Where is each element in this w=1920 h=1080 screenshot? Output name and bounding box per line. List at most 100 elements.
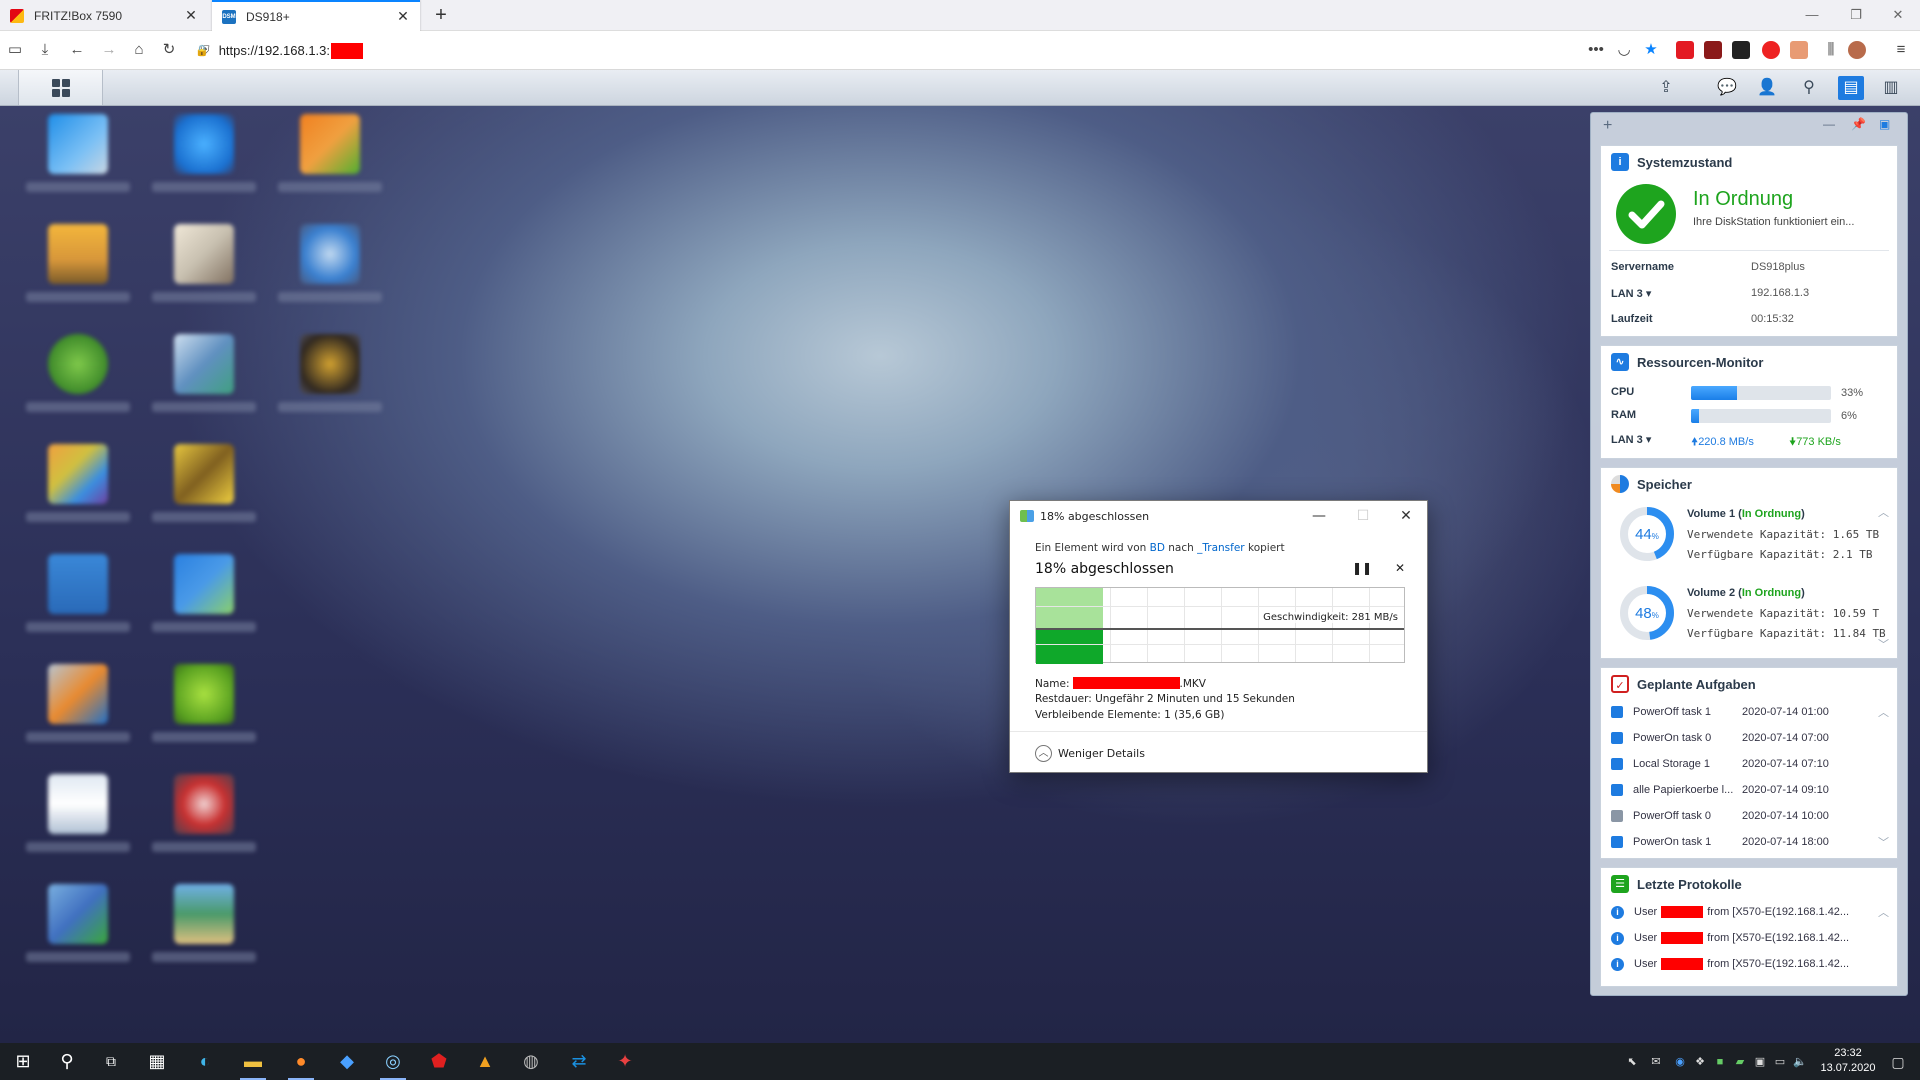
desktop-shortcut[interactable]	[264, 106, 384, 206]
bookmark-star-icon[interactable]: ★	[1640, 39, 1662, 61]
page-actions-icon[interactable]: •••	[1585, 39, 1607, 61]
task-row[interactable]: PowerOn task 0 2020-07-14 07:00	[1611, 728, 1891, 748]
tray-app-icon[interactable]: ◉	[1672, 1054, 1688, 1070]
task-row[interactable]: PowerOff task 1 2020-07-14 01:00	[1611, 702, 1891, 722]
app-icon[interactable]: ✦	[610, 1047, 640, 1076]
desktop-shortcut[interactable]	[138, 876, 258, 976]
vlc-icon[interactable]: ▲	[470, 1047, 500, 1076]
desktop-shortcut[interactable]	[12, 546, 132, 646]
home-icon[interactable]: ⌂	[128, 39, 150, 61]
target-link[interactable]: _Transfer	[1197, 542, 1244, 554]
cancel-button[interactable]: ✕	[1395, 561, 1405, 575]
scroll-up-icon[interactable]: ︿	[1878, 904, 1889, 920]
close-icon[interactable]: ✕	[396, 8, 410, 25]
minimize-icon[interactable]: —	[1823, 117, 1835, 131]
desktop-shortcut[interactable]	[12, 326, 132, 426]
window-close-button[interactable]: ✕	[1876, 0, 1920, 31]
desktop-shortcut[interactable]	[138, 656, 258, 756]
tray-app-icon[interactable]: ■	[1712, 1054, 1728, 1070]
restore-button[interactable]: ❐	[1834, 0, 1878, 31]
account-icon[interactable]	[1848, 41, 1866, 59]
tab-fritzbox[interactable]: FRITZ!Box 7590 ✕	[0, 0, 208, 31]
mail-icon[interactable]: ✉	[1648, 1054, 1664, 1070]
task-row[interactable]: Local Storage 1 2020-07-14 07:10	[1611, 754, 1891, 774]
scroll-down-icon[interactable]: ﹀	[1878, 834, 1889, 850]
desktop-shortcut[interactable]	[138, 546, 258, 646]
app-globe-icon[interactable]: ◍	[516, 1047, 546, 1076]
desktop-shortcut[interactable]	[264, 216, 384, 316]
calculator-icon[interactable]: ▦	[142, 1047, 172, 1076]
reload-icon[interactable]: ↻	[158, 39, 180, 61]
log-row[interactable]: i User from [X570-E(192.168.1.42...	[1611, 902, 1891, 922]
log-row[interactable]: i User from [X570-E(192.168.1.42...	[1611, 954, 1891, 974]
minimize-button[interactable]: —	[1297, 501, 1341, 531]
desktop-shortcut[interactable]	[12, 436, 132, 536]
lan-selector[interactable]: LAN 3 ▾	[1611, 287, 1651, 300]
desktop-shortcut[interactable]	[12, 766, 132, 866]
desktop-shortcut[interactable]	[12, 106, 132, 206]
desktop-shortcut[interactable]	[138, 436, 258, 536]
user-icon[interactable]: 👤	[1754, 76, 1780, 100]
nas-client-icon[interactable]: ◎	[378, 1047, 408, 1080]
lan-selector[interactable]: LAN 3 ▾	[1611, 433, 1651, 446]
system-clock[interactable]: 23:32 13.07.2020	[1818, 1046, 1878, 1076]
outlook-icon[interactable]: ◆	[332, 1047, 362, 1076]
scroll-up-icon[interactable]: ︿	[1878, 704, 1889, 720]
task-row[interactable]: PowerOn task 1 2020-07-14 18:00	[1611, 832, 1891, 852]
file-explorer-icon[interactable]: ▬	[238, 1047, 268, 1080]
desktop-shortcut[interactable]	[138, 326, 258, 426]
log-row[interactable]: i User from [X570-E(192.168.1.42...	[1611, 928, 1891, 948]
scroll-up-icon[interactable]: ︿	[1878, 504, 1889, 520]
tray-app-icon[interactable]: ▣	[1752, 1054, 1768, 1070]
menu-icon[interactable]: ≡	[1890, 39, 1912, 61]
forward-icon[interactable]: →	[98, 39, 120, 61]
pocket-icon[interactable]: ◡	[1613, 39, 1635, 61]
scroll-down-icon[interactable]: ﹀	[1878, 636, 1889, 652]
source-link[interactable]: BD	[1150, 542, 1165, 554]
edge-icon[interactable]: ◐	[190, 1047, 220, 1076]
minimize-button[interactable]: —	[1790, 0, 1834, 31]
layout-icon[interactable]: ▥	[1878, 76, 1904, 100]
extension-icon[interactable]	[1762, 41, 1780, 59]
panel-toggle-icon[interactable]: ▣	[1879, 117, 1890, 131]
volume-icon[interactable]: 🔈	[1792, 1054, 1808, 1070]
back-icon[interactable]: ←	[66, 39, 88, 61]
teamviewer-icon[interactable]: ⇄	[564, 1047, 594, 1076]
desktop-shortcut[interactable]	[138, 216, 258, 316]
notification-icon[interactable]: ▢	[1890, 1054, 1906, 1070]
desktop-shortcut[interactable]	[264, 326, 384, 426]
extension-icon[interactable]	[1732, 41, 1750, 59]
desktop-shortcut[interactable]	[138, 106, 258, 206]
desktop-shortcut[interactable]	[12, 216, 132, 316]
tab-ds918[interactable]: DSM DS918+ ✕	[212, 0, 420, 31]
sidebar-icon[interactable]: ▭	[4, 39, 26, 61]
upload-icon[interactable]: ⇪	[1653, 76, 1679, 100]
desktop-shortcut[interactable]	[138, 766, 258, 866]
ublock-extension-icon[interactable]	[1704, 41, 1722, 59]
widgets-toggle-icon[interactable]: ▤	[1838, 76, 1864, 100]
main-menu-button[interactable]	[18, 70, 103, 105]
chat-icon[interactable]: 💬	[1714, 76, 1740, 100]
pin-icon[interactable]: 📌	[1851, 117, 1866, 131]
search-icon[interactable]: ⚲	[1796, 76, 1822, 100]
less-details-button[interactable]: ︿ Weniger Details	[1010, 731, 1427, 774]
add-widget-icon[interactable]: +	[1603, 117, 1612, 135]
acrobat-icon[interactable]: ⬟	[424, 1047, 454, 1076]
task-row[interactable]: alle Papierkoerbe l... 2020-07-14 09:10	[1611, 780, 1891, 800]
download-icon[interactable]: ⤓	[34, 39, 56, 61]
desktop-shortcut[interactable]	[12, 876, 132, 976]
firefox-icon[interactable]: ●	[286, 1047, 316, 1080]
adblock-extension-icon[interactable]	[1676, 41, 1694, 59]
new-tab-button[interactable]: +	[428, 3, 454, 29]
task-view-icon[interactable]: ⧉	[96, 1047, 126, 1076]
close-icon[interactable]: ✕	[184, 7, 198, 24]
pause-button[interactable]: ❚❚	[1352, 561, 1372, 575]
dialog-close-button[interactable]: ✕	[1384, 501, 1428, 531]
windows-start-icon[interactable]: ⊞	[8, 1047, 38, 1076]
network-icon[interactable]: ▭	[1772, 1054, 1788, 1070]
desktop-shortcut[interactable]	[12, 656, 132, 756]
library-icon[interactable]: ⫼	[1820, 39, 1842, 61]
extension-icon[interactable]	[1790, 41, 1808, 59]
tray-app-icon[interactable]: ▰	[1732, 1054, 1748, 1070]
search-icon[interactable]: ⚲	[52, 1047, 82, 1076]
